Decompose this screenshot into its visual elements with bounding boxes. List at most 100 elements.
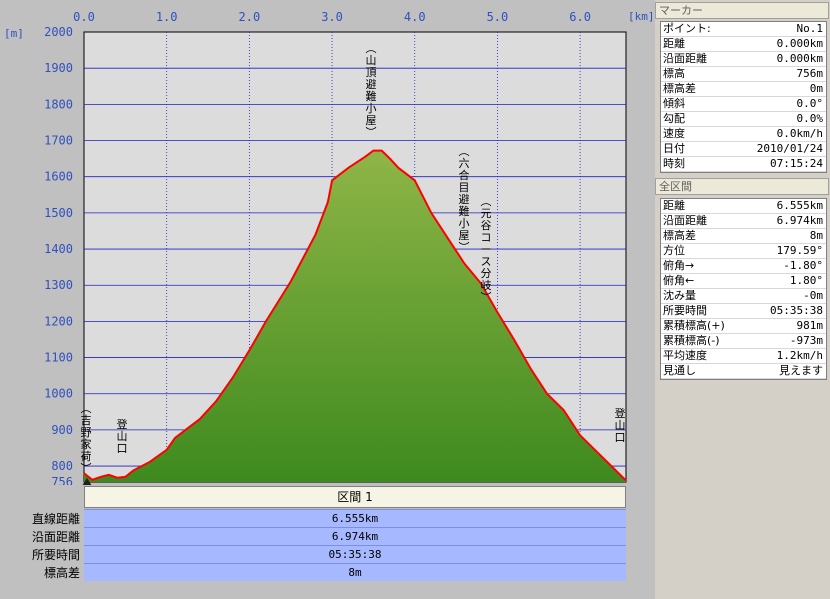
- y-tick-label: 1800: [44, 97, 73, 111]
- info-key: 勾配: [663, 112, 685, 125]
- segment-row-label: 沿面距離: [31, 530, 80, 544]
- info-value: 0.000km: [776, 52, 823, 65]
- info-row: 所要時間 05:35:38: [661, 304, 826, 319]
- annotation-label: ︵山頂避難小屋︶: [366, 42, 377, 139]
- marker-section-title: マーカー: [655, 2, 829, 19]
- info-value: 179.59°: [776, 244, 823, 257]
- info-row: 距離 6.555km: [661, 199, 826, 214]
- info-row: 方位 179.59°: [661, 244, 826, 259]
- info-value: 07:15:24: [770, 157, 823, 170]
- info-key: 時刻: [663, 157, 685, 170]
- info-row: 傾斜 0.0°: [661, 97, 826, 112]
- info-row: 標高 756m: [661, 67, 826, 82]
- info-row: 累積標高(-) -973m: [661, 334, 826, 349]
- annotation-label: 登山口: [117, 417, 128, 455]
- annotation-label: ︵吉野家荷︶: [81, 402, 92, 475]
- info-key: ポイント:: [663, 22, 711, 35]
- info-value: 8m: [809, 229, 823, 242]
- info-key: 平均速度: [663, 349, 707, 362]
- y-tick-label: 1600: [44, 170, 73, 184]
- info-key: 標高差: [663, 229, 696, 242]
- info-key: 累積標高(-): [663, 334, 720, 347]
- y-tick-label: 1300: [44, 278, 73, 292]
- info-value: 1.80°: [789, 274, 823, 287]
- info-value: -973m: [789, 334, 823, 347]
- info-value: 0.0°: [796, 97, 824, 110]
- info-key: 標高差: [663, 82, 696, 95]
- info-value: -0m: [803, 289, 823, 302]
- y-tick-label: 1400: [44, 242, 73, 256]
- info-row: 時刻 07:15:24: [661, 157, 826, 172]
- all-section-title: 全区間: [655, 178, 829, 195]
- info-row: 沿面距離 0.000km: [661, 52, 826, 67]
- info-row: 平均速度 1.2km/h: [661, 349, 826, 364]
- y-tick-label: 1000: [44, 387, 73, 401]
- info-key: 所要時間: [663, 304, 707, 317]
- segment-row-value: 6.555km: [84, 509, 626, 527]
- y-unit-label: [m]: [4, 27, 24, 40]
- info-row: 俯角→ -1.80°: [661, 259, 826, 274]
- y-tick-label: 1700: [44, 134, 73, 148]
- x-tick-label: 6.0: [569, 10, 591, 24]
- info-value: 0.0%: [796, 112, 824, 125]
- segment-row-label: 標高差: [43, 566, 80, 580]
- y-tick-label: 1200: [44, 314, 73, 328]
- info-value: 0.000km: [776, 37, 823, 50]
- info-value: 6.555km: [776, 199, 823, 212]
- info-row: 見通し 見えます: [661, 364, 826, 379]
- info-key: 距離: [663, 37, 685, 50]
- info-row: 距離 0.000km: [661, 37, 826, 52]
- all-segment-table: 距離 6.555km 沿面距離 6.974km 標高差 8m 方位 179.59° 俯角→ -1.…: [660, 198, 827, 380]
- segment-header: 区間 1: [84, 486, 626, 508]
- info-key: 沿面距離: [663, 52, 707, 65]
- y-tick-label: 756: [51, 475, 73, 485]
- info-value: No.1: [796, 22, 824, 35]
- info-row: 標高差 8m: [661, 229, 826, 244]
- info-key: 俯角←: [663, 274, 695, 287]
- y-tick-label: 2000: [44, 25, 73, 39]
- info-key: 日付: [663, 142, 685, 155]
- info-value: 1.2km/h: [776, 349, 823, 362]
- y-tick-label: 900: [51, 423, 73, 437]
- segment-row-value: 05:35:38: [84, 545, 626, 563]
- info-key: 沈み量: [663, 289, 696, 302]
- x-tick-label: 2.0: [239, 10, 261, 24]
- segment-row-value: 8m: [84, 563, 626, 581]
- x-tick-labels: 0.0 1.0 2.0 3.0 4.0 5.0 6.0: [73, 10, 591, 24]
- info-key: 累積標高(+): [663, 319, 725, 332]
- y-tick-labels: 2000 1900 1800 1700 1600 1500 1400 1300 1200 1100…: [44, 25, 73, 485]
- x-tick-label: 3.0: [321, 10, 343, 24]
- y-tick-label: 800: [51, 459, 73, 473]
- info-key: 見通し: [663, 364, 696, 377]
- info-row: 俯角← 1.80°: [661, 274, 826, 289]
- info-value: 0m: [809, 82, 823, 95]
- segment-row-label: 所要時間: [31, 548, 80, 562]
- info-value: 6.974km: [776, 214, 823, 227]
- info-value: 2010/01/24: [756, 142, 823, 155]
- annotation-label: ︵元谷コース分岐︶: [481, 195, 492, 304]
- info-row: 標高差 0m: [661, 82, 826, 97]
- segment-row-label: 直線距離: [31, 512, 80, 526]
- info-panel: マーカー ポイント: No.1 距離 0.000km 沿面距離 0.000km 標高 756m…: [655, 0, 830, 599]
- info-key: 傾斜: [663, 97, 685, 110]
- info-key: 俯角→: [663, 259, 695, 272]
- x-tick-label: 5.0: [487, 10, 509, 24]
- annotation-label: 登山口: [615, 406, 626, 444]
- info-key: 沿面距離: [663, 214, 707, 227]
- x-tick-label: 1.0: [156, 10, 178, 24]
- info-row: 速度 0.0km/h: [661, 127, 826, 142]
- elevation-chart: 0.0 1.0 2.0 3.0 4.0 5.0 6.0 2000 1900 1800 1700 16…: [4, 10, 655, 485]
- info-value: -1.80°: [783, 259, 823, 272]
- y-tick-label: 1100: [44, 351, 73, 365]
- info-row: 日付 2010/01/24: [661, 142, 826, 157]
- info-key: 距離: [663, 199, 685, 212]
- info-key: 速度: [663, 127, 685, 140]
- info-value: 756m: [796, 67, 824, 80]
- y-tick-label: 1900: [44, 61, 73, 75]
- info-row: 累積標高(+) 981m: [661, 319, 826, 334]
- annotation-label: ︵六合目避難小屋︶: [459, 145, 470, 254]
- segment-row-value: 6.974km: [84, 527, 626, 545]
- info-value: 05:35:38: [770, 304, 823, 317]
- info-value: 0.0km/h: [776, 127, 823, 140]
- info-row: 沈み量 -0m: [661, 289, 826, 304]
